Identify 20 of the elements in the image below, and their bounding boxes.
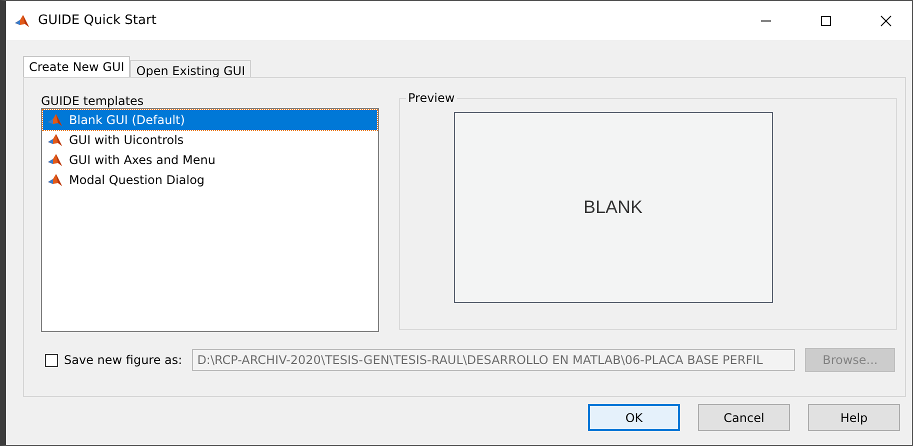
checkbox[interactable]: [45, 354, 58, 366]
matlab-logo-icon: [47, 152, 63, 168]
template-item[interactable]: Modal Question Dialog: [43, 170, 377, 190]
matlab-logo-icon: [14, 12, 30, 28]
matlab-logo-icon: [47, 112, 63, 128]
dialog-button[interactable]: OK: [588, 404, 680, 431]
dialog-button[interactable]: Help: [808, 404, 900, 431]
template-item[interactable]: GUI with Uicontrols: [43, 130, 377, 150]
list-label: GUIDE templates: [41, 94, 145, 108]
group-label: Preview: [406, 91, 457, 105]
checkbox-label: Save new figure as:: [64, 353, 182, 367]
preview-text: BLANK: [583, 196, 643, 218]
template-item[interactable]: GUI with Axes and Menu: [43, 150, 377, 170]
tab[interactable]: Create New GUI: [23, 56, 130, 77]
window-title: GUIDE Quick Start: [38, 13, 158, 28]
template-item[interactable]: Blank GUI (Default): [43, 110, 377, 130]
matlab-logo-icon: [47, 172, 63, 188]
tab[interactable]: Open Existing GUI: [130, 60, 252, 77]
matlab-logo-icon: [47, 132, 63, 148]
dialog-button[interactable]: Cancel: [698, 404, 790, 431]
